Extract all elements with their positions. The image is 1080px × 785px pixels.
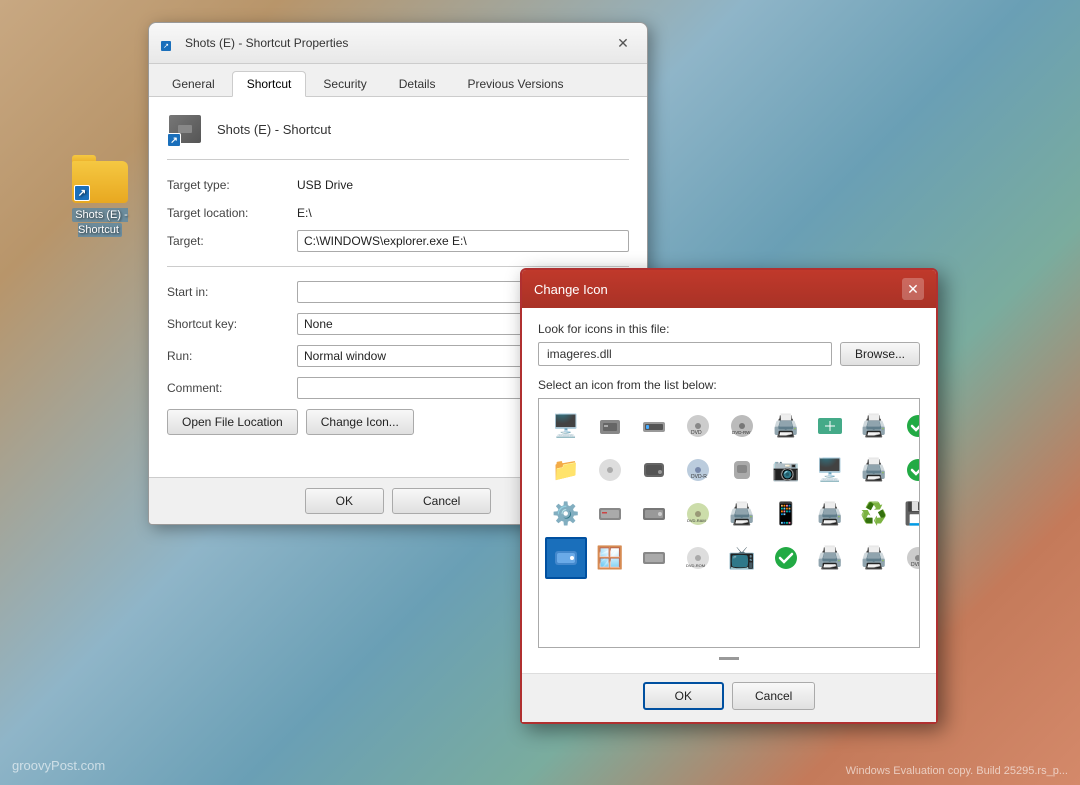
svg-text:DVD: DVD [911,562,920,568]
icon-cell[interactable]: 🖨️ [765,405,807,447]
browse-button[interactable]: Browse... [840,342,920,366]
shortcut-key-label: Shortcut key: [167,313,297,331]
title-icon: ↗ [161,35,177,51]
svg-text:DVD-ROM: DVD-ROM [686,563,705,568]
folder-image: ↗ [72,155,128,203]
properties-titlebar: ↗ Shots (E) - Shortcut Properties ✕ [149,23,647,64]
icon-grid-label: Select an icon from the list below: [538,378,920,392]
change-icon-button[interactable]: Change Icon... [306,409,414,435]
icon-grid: 🖥️ DVD DVD-RW 🖨️ [545,405,913,579]
icon-cell[interactable] [633,405,675,447]
open-file-location-button[interactable]: Open File Location [167,409,298,435]
file-icon-large: ↗ [167,111,203,147]
properties-close-button[interactable]: ✕ [611,31,635,55]
icon-cell[interactable]: DVD-R [677,449,719,491]
target-input[interactable] [297,230,629,252]
svg-text:DVD-R: DVD-R [691,474,707,480]
tab-general[interactable]: General [157,71,230,97]
target-location-row: Target location: E:\ [167,202,629,220]
svg-text:DVD-RW: DVD-RW [732,430,751,435]
icon-cell[interactable]: 🖥️ [809,449,851,491]
icon-cell[interactable]: 🖨️ [853,537,895,579]
file-label: Look for icons in this file: [538,322,920,336]
icon-cell[interactable] [633,537,675,579]
icon-cell[interactable]: DVD [677,405,719,447]
icon-cell[interactable]: 🖨️ [721,493,763,535]
svg-text:DVD-RAM: DVD-RAM [687,518,706,523]
start-in-label: Start in: [167,281,297,299]
icon-cell[interactable]: 🖨️ [853,405,895,447]
icon-cell[interactable]: 🖨️ [853,449,895,491]
watermark-left: groovyPost.com [12,758,105,773]
file-header: ↗ Shots (E) - Shortcut [167,111,629,160]
tab-details[interactable]: Details [384,71,451,97]
target-label: Target: [167,230,297,248]
change-icon-ok-button[interactable]: OK [643,682,724,710]
icon-cell[interactable]: 🖨️ [809,493,851,535]
change-icon-cancel-button[interactable]: Cancel [732,682,815,710]
tab-shortcut[interactable]: Shortcut [232,71,307,97]
icon-cell[interactable] [633,493,675,535]
properties-cancel-button[interactable]: Cancel [392,488,491,514]
desktop-folder-icon[interactable]: ↗ Shots (E) - Shortcut [60,155,140,238]
target-row: Target: [167,230,629,252]
watermark-right: Windows Evaluation copy. Build 25295.rs_… [846,765,1068,777]
icon-cell[interactable] [589,405,631,447]
shortcut-arrow-icon: ↗ [74,185,90,201]
icon-cell[interactable] [721,449,763,491]
icon-cell[interactable]: DVD [897,537,920,579]
icon-cell[interactable] [633,449,675,491]
target-type-row: Target type: USB Drive [167,174,629,192]
icon-cell[interactable]: 🖨️ [809,537,851,579]
run-label: Run: [167,345,297,363]
file-input-row: Browse... [538,342,920,366]
change-icon-titlebar: Change Icon ✕ [522,270,936,308]
tab-security[interactable]: Security [308,71,381,97]
icon-cell[interactable]: DVD-RAM [677,493,719,535]
icon-cell-selected[interactable] [545,537,587,579]
target-type-label: Target type: [167,174,297,192]
change-icon-footer: OK Cancel [522,673,936,722]
desktop: ↗ Shots (E) - Shortcut groovyPost.com Wi… [0,0,1080,785]
change-icon-title: Change Icon [534,282,608,297]
properties-title: Shots (E) - Shortcut Properties [185,36,348,50]
target-type-value: USB Drive [297,174,353,192]
file-path-input[interactable] [538,342,832,366]
desktop-icon-label: Shots (E) - Shortcut [72,208,128,237]
target-location-value: E:\ [297,202,312,220]
tab-previous-versions[interactable]: Previous Versions [452,71,578,97]
icon-cell[interactable]: ⚙️ [545,493,587,535]
target-location-label: Target location: [167,202,297,220]
icon-cell[interactable]: DVD-RW [721,405,763,447]
icon-cell[interactable] [589,493,631,535]
change-icon-close-button[interactable]: ✕ [902,278,924,300]
comment-label: Comment: [167,377,297,395]
icon-cell[interactable] [765,537,807,579]
icon-cell[interactable]: 📁 [545,449,587,491]
svg-text:DVD: DVD [691,430,702,436]
separator [167,266,629,267]
icon-cell[interactable]: 💾 [897,493,920,535]
icon-cell[interactable] [589,449,631,491]
icon-cell[interactable]: 📷 [765,449,807,491]
icon-cell[interactable]: ♻️ [853,493,895,535]
icon-cell[interactable]: DVD-ROM [677,537,719,579]
icon-cell[interactable]: 🖥️ [545,405,587,447]
icon-cell[interactable] [809,405,851,447]
scrollbar-indicator: ▬▬ [538,648,920,663]
title-left: ↗ Shots (E) - Shortcut Properties [161,35,348,51]
shortcut-badge-icon: ↗ [167,133,181,147]
arrow-icon: ↗ [161,41,171,51]
properties-tabs-bar: General Shortcut Security Details Previo… [149,64,647,97]
change-icon-dialog: Change Icon ✕ Look for icons in this fil… [520,268,938,724]
icon-grid-container: 🖥️ DVD DVD-RW 🖨️ [538,398,920,648]
icon-cell[interactable] [897,405,920,447]
icon-cell[interactable]: 📱 [765,493,807,535]
properties-ok-button[interactable]: OK [305,488,384,514]
icon-cell[interactable] [897,449,920,491]
file-name-title: Shots (E) - Shortcut [217,122,331,137]
change-icon-content: Look for icons in this file: Browse... S… [522,308,936,673]
icon-cell[interactable]: 🪟 [589,537,631,579]
icon-cell[interactable]: 📺 [721,537,763,579]
